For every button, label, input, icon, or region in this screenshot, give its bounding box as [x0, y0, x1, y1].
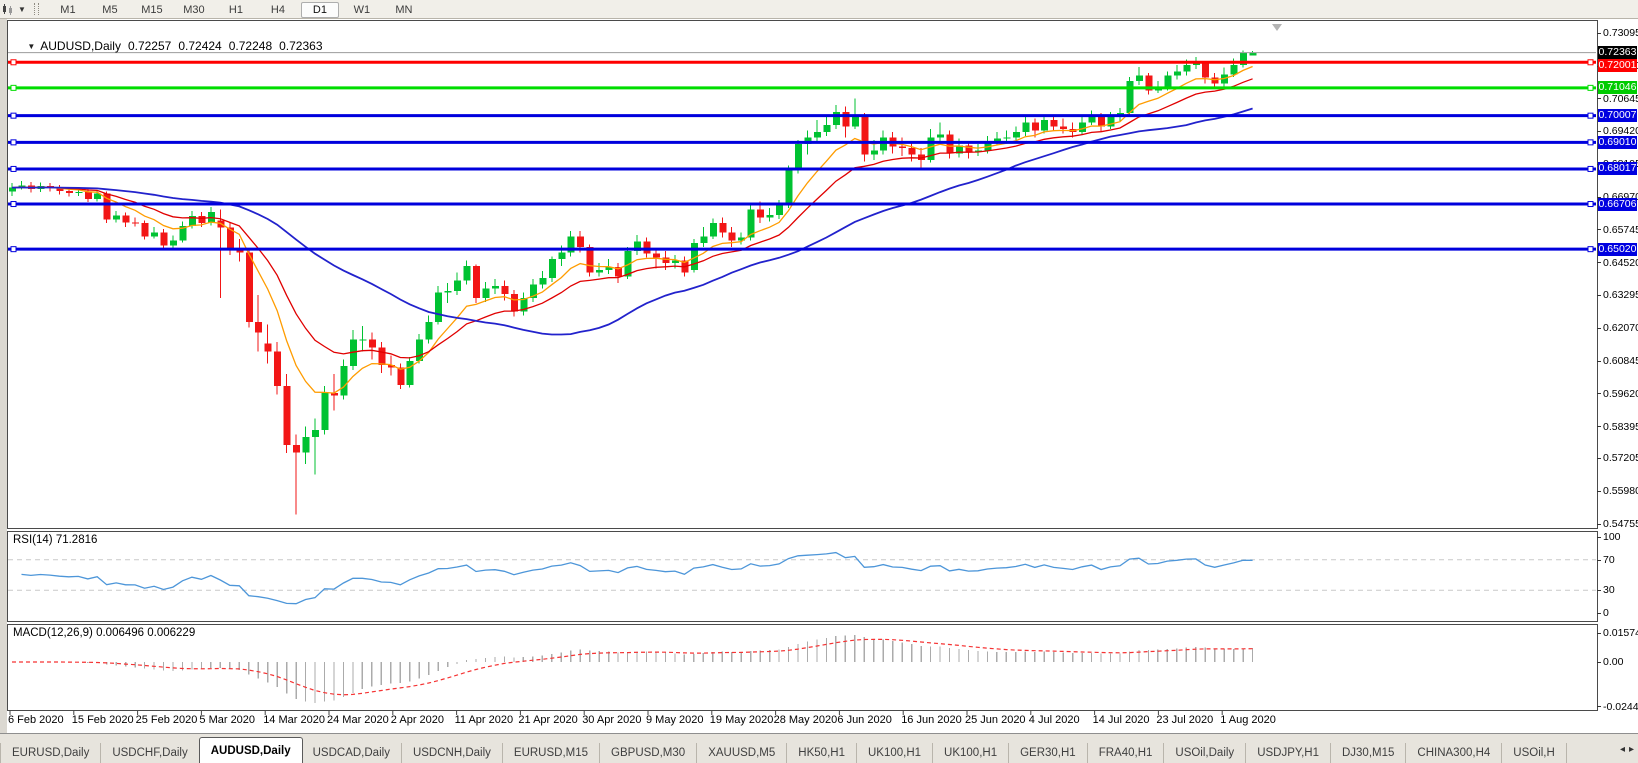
date-tick-label: 11 Apr 2020: [455, 714, 514, 726]
hline-handle[interactable]: [1588, 60, 1593, 65]
mt4-window: ▼ M1M5M15M30H1H4D1W1MN ▼AUDUSD,Daily0.72…: [0, 0, 1638, 763]
macd-indicator-label: MACD(12,26,9) 0.006496 0.006229: [13, 627, 195, 639]
chart-header: ▼ AUDUSD,Daily 0.72257 0.72424 0.72248 0.7236…: [14, 25, 323, 67]
date-tick-label: 9 May 2020: [646, 714, 703, 726]
axis-tick-label: 0.60845: [1597, 355, 1637, 367]
date-tick-label: 19 May 2020: [710, 714, 774, 726]
date-tick-label: 5 Mar 2020: [199, 714, 255, 726]
axis-tick-label: 30: [1597, 584, 1637, 596]
price-badge: 0.68017: [1598, 162, 1637, 175]
chart-expand-caret-icon[interactable]: ▼: [27, 42, 35, 51]
hline-handle[interactable]: [11, 113, 16, 118]
hline-handle[interactable]: [1588, 247, 1593, 252]
hline-handle[interactable]: [1588, 85, 1593, 90]
axis-tick-label: 0.70645: [1597, 93, 1637, 105]
axis-tick-label: -0.02441: [1597, 701, 1637, 713]
low-value: 0.72248: [229, 39, 272, 53]
price-badge: 0.69010: [1598, 136, 1637, 149]
price-badge: 0.66706: [1598, 198, 1637, 211]
axis-tick-label: 100: [1597, 531, 1637, 543]
date-tick-label: 30 Apr 2020: [582, 714, 641, 726]
date-tick-label: 14 Jul 2020: [1093, 714, 1150, 726]
hline-handle[interactable]: [11, 140, 16, 145]
axis-tick-label: 0.73095: [1597, 27, 1637, 39]
axis-tick-label: 0.54755: [1597, 518, 1637, 530]
open-value: 0.72257: [128, 39, 171, 53]
date-tick-label: 4 Jul 2020: [1029, 714, 1080, 726]
rsi-indicator-label: RSI(14) 71.2816: [13, 534, 97, 546]
axis-tick-label: 0: [1597, 607, 1637, 619]
axis-tick-label: 0.65745: [1597, 224, 1637, 236]
date-tick-label: 25 Jun 2020: [965, 714, 1026, 726]
chart-tab-audusd-daily[interactable]: AUDUSD,Daily: [199, 737, 303, 763]
date-tick-label: 24 Mar 2020: [327, 714, 389, 726]
axis-tick-label: 0.00: [1597, 656, 1637, 668]
price-badge: 0.72001: [1598, 59, 1637, 72]
chart-canvas[interactable]: [0, 0, 1638, 763]
high-value: 0.72424: [178, 39, 221, 53]
date-tick-label: 16 Jun 2020: [901, 714, 962, 726]
price-badge: 0.65020: [1598, 243, 1637, 256]
hline-handle[interactable]: [1588, 166, 1593, 171]
hline-handle[interactable]: [11, 85, 16, 90]
hline-handle[interactable]: [11, 166, 16, 171]
date-tick-label: 15 Feb 2020: [72, 714, 134, 726]
axis-tick-label: 0.015741: [1597, 627, 1637, 639]
chart-symbol-label: AUDUSD,Daily: [40, 39, 121, 53]
hline-handle[interactable]: [1588, 113, 1593, 118]
date-tick-label: 23 Jul 2020: [1156, 714, 1213, 726]
axis-tick-label: 0.55980: [1597, 485, 1637, 497]
date-tick-label: 6 Jun 2020: [837, 714, 891, 726]
price-badge: 0.70007: [1598, 109, 1637, 122]
axis-tick-label: 0.64520: [1597, 257, 1637, 269]
hline-handle[interactable]: [11, 247, 16, 252]
hline-handle[interactable]: [11, 202, 16, 207]
axis-tick-label: 0.57205: [1597, 452, 1637, 464]
axis-tick-label: 0.62070: [1597, 322, 1637, 334]
axis-tick-label: 0.59620: [1597, 388, 1637, 400]
hline-handle[interactable]: [1588, 202, 1593, 207]
close-value: 0.72363: [279, 39, 322, 53]
axis-tick-label: 70: [1597, 554, 1637, 566]
price-badge: 0.71046: [1598, 81, 1637, 94]
price-badge: 0.72363: [1598, 46, 1637, 59]
date-tick-label: 21 Apr 2020: [518, 714, 577, 726]
date-tick-label: 14 Mar 2020: [263, 714, 325, 726]
date-tick-label: 6 Feb 2020: [8, 714, 64, 726]
date-tick-label: 28 May 2020: [774, 714, 838, 726]
axis-tick-label: 0.58395: [1597, 421, 1637, 433]
date-tick-label: 25 Feb 2020: [136, 714, 198, 726]
axis-tick-label: 0.63295: [1597, 289, 1637, 301]
date-tick-label: 2 Apr 2020: [391, 714, 444, 726]
date-tick-label: 1 Aug 2020: [1220, 714, 1276, 726]
hline-handle[interactable]: [1588, 140, 1593, 145]
chart-shift-marker-icon: [1272, 24, 1282, 31]
